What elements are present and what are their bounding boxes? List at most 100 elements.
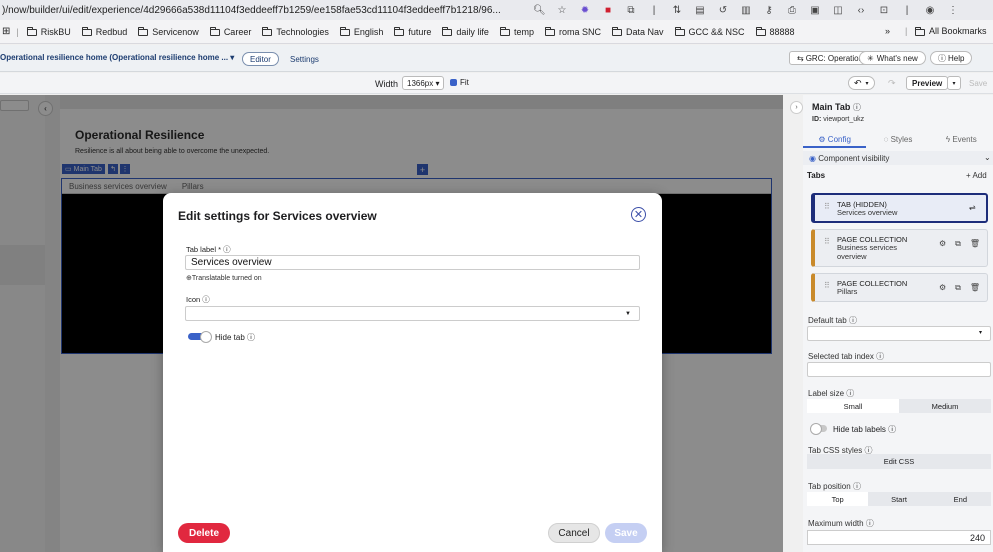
hide-tab-labels-toggle[interactable] xyxy=(810,423,827,435)
info-icon[interactable]: ⓘ xyxy=(866,519,874,528)
folder-icon xyxy=(544,27,555,36)
fit-checkbox[interactable]: Fit xyxy=(450,78,469,87)
settings-icon[interactable]: ⚙ xyxy=(939,283,946,293)
bookmark-riskbu[interactable]: RiskBU xyxy=(26,27,71,37)
label-size-small[interactable]: Small xyxy=(807,399,899,413)
tab-styles[interactable]: ◌ Styles xyxy=(866,133,929,148)
bookmark-88888[interactable]: 88888 xyxy=(755,27,795,37)
help-button[interactable]: ⓘ Help xyxy=(930,51,973,65)
collapse-right-button[interactable]: › xyxy=(790,101,803,114)
preview-button[interactable]: Preview xyxy=(906,76,949,90)
open-icon[interactable]: ⧉ xyxy=(955,283,961,293)
puzzle-icon[interactable]: ⧉ xyxy=(625,5,637,16)
zoom-icon[interactable]: 🔍︎ xyxy=(533,5,546,16)
bookmark-servicenow[interactable]: Servicenow xyxy=(138,27,199,37)
edit-css-button[interactable]: Edit CSS xyxy=(807,454,991,469)
panel-tabs: ⚙ Config ◌ Styles ϟ Events xyxy=(803,133,993,148)
address-bar[interactable]: )/now/builder/ui/edit/experience/4d29666… xyxy=(0,0,993,20)
open-icon[interactable]: ⧉ xyxy=(955,239,961,249)
cancel-button[interactable]: Cancel xyxy=(548,523,600,543)
drag-handle-icon[interactable]: ⠿ xyxy=(824,237,830,246)
trash-icon[interactable]: ▥ xyxy=(740,5,752,16)
save-button[interactable]: Save xyxy=(605,523,647,543)
undo-button[interactable]: ↶ ▾ xyxy=(848,76,875,90)
info-icon[interactable]: ⓘ xyxy=(223,245,231,254)
settings-link[interactable]: Settings xyxy=(283,52,326,66)
settings-icon[interactable]: ⚙ xyxy=(939,239,946,249)
tab-card-services-overview[interactable]: ⠿ TAB (HIDDEN) Services overview ⇌ xyxy=(811,193,988,223)
info-icon[interactable]: ⓘ xyxy=(888,425,896,434)
tab-card-business-services[interactable]: ⠿ PAGE COLLECTION Business services over… xyxy=(811,229,988,267)
bookmark-temp[interactable]: temp xyxy=(499,27,534,37)
more-bookmarks-button[interactable]: » xyxy=(885,26,890,36)
delete-icon[interactable]: 🗑︎ xyxy=(970,283,980,293)
sliders-icon[interactable]: ⇌ xyxy=(969,203,976,212)
bookmark-gcc-nsc[interactable]: GCC && NSC xyxy=(674,27,745,37)
url-text[interactable]: )/now/builder/ui/edit/experience/4d29666… xyxy=(0,5,523,16)
eye-icon: ◉ xyxy=(809,154,816,163)
all-bookmarks[interactable]: All Bookmarks xyxy=(915,26,987,36)
key-icon[interactable]: ⚷ xyxy=(763,5,775,16)
bookmark-career[interactable]: Career xyxy=(209,27,251,37)
extension-red-icon[interactable]: ■ xyxy=(602,5,614,16)
menu-kebab-icon[interactable]: ⋮ xyxy=(947,5,959,16)
apps-grid-icon[interactable]: ⊞ xyxy=(2,26,10,37)
bookmark-english[interactable]: English xyxy=(339,27,383,37)
tab-card-actions: ⚙ ⧉ 🗑︎ xyxy=(939,239,980,249)
drag-handle-icon[interactable]: ⠿ xyxy=(824,202,830,211)
bookmark-data-nav[interactable]: Data Nav xyxy=(611,27,664,37)
folder-icon xyxy=(915,26,925,36)
default-tab-select[interactable] xyxy=(807,326,991,341)
icon-select[interactable] xyxy=(185,306,640,321)
screenshot-icon[interactable]: ⊡ xyxy=(878,5,890,16)
reading-list-icon[interactable]: ▤ xyxy=(694,5,706,16)
tab-position-top[interactable]: Top xyxy=(807,492,869,506)
info-icon[interactable]: ⓘ xyxy=(849,316,857,325)
add-tab-button[interactable]: + Add xyxy=(966,171,987,180)
label-size-medium[interactable]: Medium xyxy=(899,399,991,413)
maximum-width-input[interactable]: 240 xyxy=(807,530,991,545)
tab-card-pillars[interactable]: ⠿ PAGE COLLECTION Pillars ⚙ ⧉ 🗑︎ xyxy=(811,273,988,302)
bookmark-daily-life[interactable]: daily life xyxy=(442,27,489,37)
code-icon[interactable]: ‹› xyxy=(855,5,867,16)
editor-button[interactable]: Editor xyxy=(242,52,279,66)
info-icon[interactable]: ⓘ xyxy=(247,333,255,342)
tab-position-end[interactable]: End xyxy=(930,492,991,506)
tab-card-name: Business services overview xyxy=(837,243,898,261)
experience-selector[interactable]: Operational resilience home (Operational… xyxy=(0,53,234,62)
info-icon[interactable]: ⓘ xyxy=(853,103,861,112)
modal-title: Edit settings for Services overview xyxy=(178,209,377,223)
close-icon[interactable]: ✕ xyxy=(631,207,646,222)
bookmark-redbud[interactable]: Redbud xyxy=(81,27,127,37)
selected-tab-index-input[interactable] xyxy=(807,362,991,377)
info-icon[interactable]: ⓘ xyxy=(853,482,861,491)
preview-dropdown[interactable]: ▾ xyxy=(947,76,961,90)
info-icon[interactable]: ⓘ xyxy=(202,295,210,304)
width-select[interactable]: 1366px ▾ xyxy=(402,76,445,90)
bookmark-technologies[interactable]: Technologies xyxy=(262,27,329,37)
tab-position-start[interactable]: Start xyxy=(868,492,929,506)
profile-icon[interactable]: ◉ xyxy=(924,5,936,16)
info-icon[interactable]: ⓘ xyxy=(876,352,884,361)
info-icon[interactable]: ⓘ xyxy=(846,389,854,398)
component-visibility-section[interactable]: ◉ Component visibility ⌄ xyxy=(803,151,993,165)
delete-button[interactable]: Delete xyxy=(178,523,230,543)
delete-icon[interactable]: 🗑︎ xyxy=(970,239,980,249)
tab-events[interactable]: ϟ Events xyxy=(930,133,993,148)
save-page-icon[interactable]: ▣ xyxy=(809,5,821,16)
whats-new-button[interactable]: ✳ What's new xyxy=(859,51,926,65)
extension-icon[interactable]: ✹ xyxy=(579,5,591,16)
save-button-top[interactable]: Save xyxy=(969,79,987,88)
tab-label-input[interactable]: Services overview xyxy=(185,255,640,270)
drag-handle-icon[interactable]: ⠿ xyxy=(824,281,830,290)
bookmark-future[interactable]: future xyxy=(394,27,431,37)
translate-icon[interactable]: ⇅ xyxy=(671,5,683,16)
bookmark-roma-snc[interactable]: roma SNC xyxy=(544,27,601,37)
history-icon[interactable]: ↺ xyxy=(717,5,729,16)
star-icon[interactable]: ☆ xyxy=(556,5,568,16)
print-icon[interactable]: ⎙ xyxy=(786,5,798,16)
tab-config[interactable]: ⚙ Config xyxy=(803,133,867,148)
hide-tab-toggle[interactable] xyxy=(188,331,212,343)
sidebar-icon[interactable]: ◫ xyxy=(832,5,844,16)
redo-icon[interactable]: ↷ xyxy=(888,78,896,89)
